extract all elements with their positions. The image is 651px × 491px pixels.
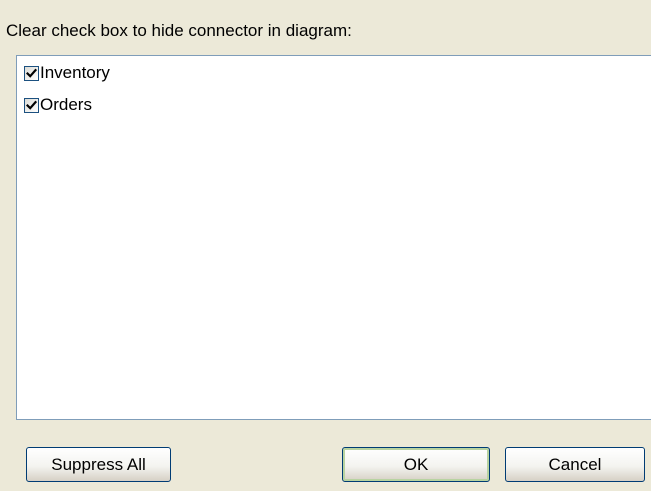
checkmark-icon	[26, 68, 37, 78]
instruction-label: Clear check box to hide connector in dia…	[6, 21, 352, 40]
inventory-checkbox[interactable]	[24, 65, 39, 81]
cancel-button[interactable]: Cancel	[505, 447, 645, 482]
suppress-all-button[interactable]: Suppress All	[26, 447, 171, 482]
list-item-inventory[interactable]: Inventory	[24, 62, 110, 84]
inventory-label: Inventory	[40, 63, 110, 82]
ok-button[interactable]: OK	[342, 447, 490, 482]
orders-label: Orders	[40, 95, 92, 114]
orders-checkbox[interactable]	[24, 97, 39, 113]
checkmark-icon	[26, 100, 37, 110]
connector-list[interactable]: Inventory Orders	[16, 55, 651, 420]
list-item-orders[interactable]: Orders	[24, 94, 92, 116]
